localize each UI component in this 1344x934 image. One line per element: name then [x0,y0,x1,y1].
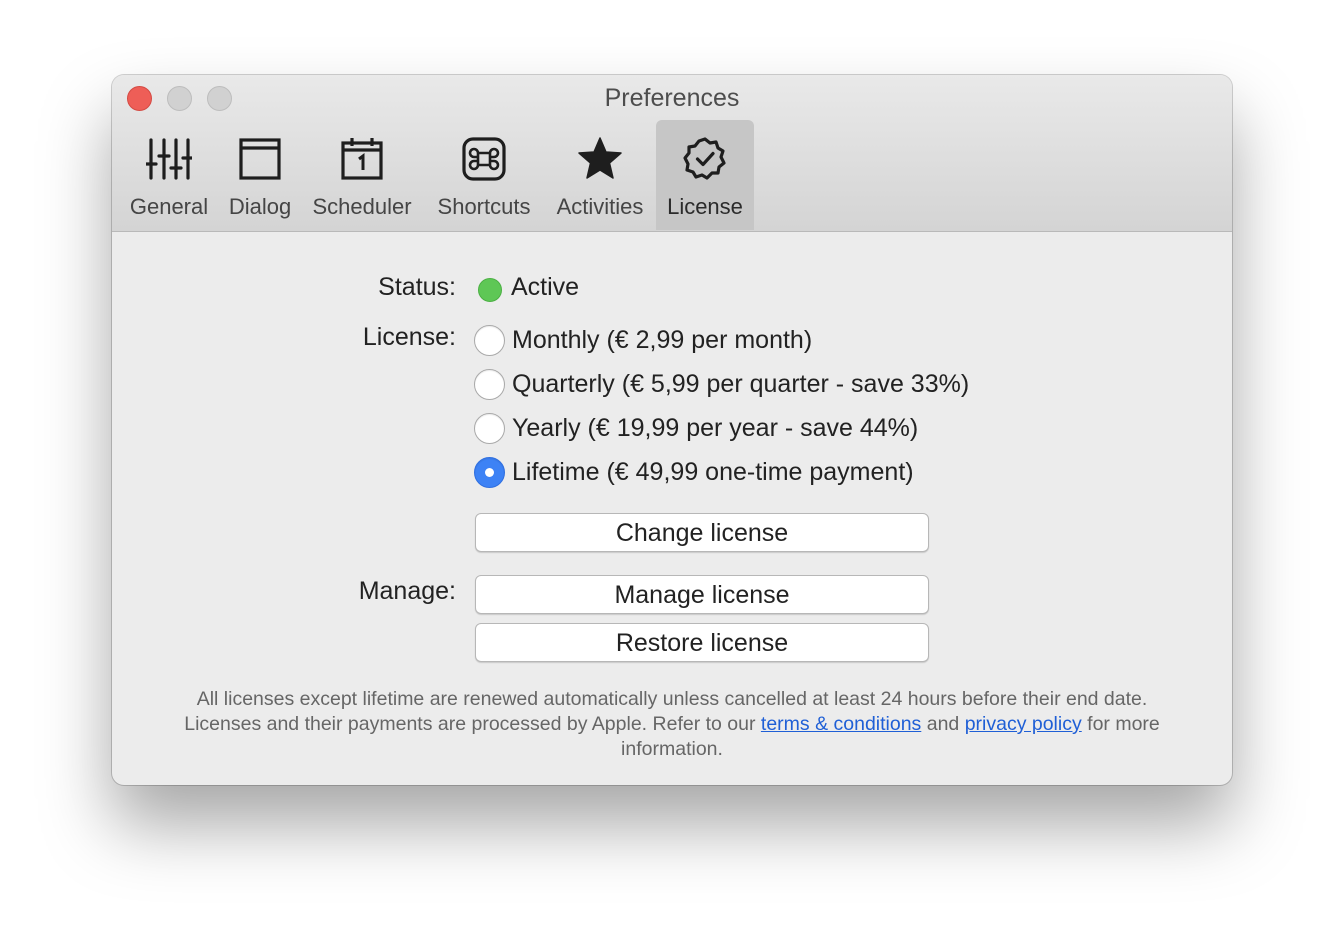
disclaimer-text: and [921,713,965,735]
tab-activities[interactable]: Activities [550,120,650,230]
disclaimer-line-links: Licenses and their payments are processe… [152,712,1192,762]
tab-label: General [129,194,209,219]
license-option-quarterly[interactable]: Quarterly (€ 5,99 per quarter - save 33%… [474,368,969,400]
radio-label: Monthly (€ 2,99 per month) [512,325,813,354]
tab-license[interactable]: License [656,120,754,230]
manage-label: Manage: [358,577,456,605]
status-label: Status: [378,273,456,301]
checkmark-seal-icon [683,137,726,180]
change-license-button[interactable]: Change license [475,513,929,552]
radio-button[interactable] [474,412,505,444]
tab-shortcuts[interactable]: Shortcuts [430,120,538,230]
license-option-monthly[interactable]: Monthly (€ 2,99 per month) [474,324,812,356]
sliders-icon [146,138,192,180]
tab-scheduler[interactable]: Scheduler [308,120,416,230]
window-title: Preferences [604,84,740,112]
radio-label: Yearly (€ 19,99 per year - save 44%) [512,413,919,442]
radio-label: Quarterly (€ 5,99 per quarter - save 33%… [512,369,970,398]
license-disclaimer: All licenses except lifetime are renewed… [152,687,1192,762]
license-label: License: [362,323,456,351]
tab-general[interactable]: General [126,120,212,230]
calendar-icon [341,138,383,180]
restore-license-button[interactable]: Restore license [475,623,929,662]
radio-label: Lifetime (€ 49,99 one-time payment) [512,457,914,486]
tab-label: Scheduler [312,194,412,219]
manage-license-button[interactable]: Manage license [475,575,929,614]
radio-button-selected[interactable] [474,456,505,488]
toolbar: Preferences General Dialog Scheduler Sho… [112,75,1232,232]
terms-conditions-link[interactable]: terms & conditions [761,713,921,735]
star-icon [578,137,622,179]
license-option-yearly[interactable]: Yearly (€ 19,99 per year - save 44%) [474,412,918,444]
disclaimer-text: Licenses and their payments are processe… [184,713,761,735]
window-icon [239,138,281,180]
tab-dialog[interactable]: Dialog [224,120,296,230]
radio-button[interactable] [474,324,505,356]
tab-label: Activities [556,194,644,219]
radio-button[interactable] [474,368,505,400]
privacy-policy-link[interactable]: privacy policy [965,713,1082,735]
tab-label: License [667,194,743,219]
tab-label: Dialog [228,194,292,219]
license-option-lifetime[interactable]: Lifetime (€ 49,99 one-time payment) [474,456,914,488]
command-key-icon [462,137,506,181]
status-indicator-icon [478,278,502,302]
status-value: Active [511,273,580,301]
disclaimer-line: All licenses except lifetime are renewed… [196,688,1148,710]
tab-label: Shortcuts [437,194,531,219]
preferences-window: Preferences General Dialog Scheduler Sho… [112,75,1232,785]
